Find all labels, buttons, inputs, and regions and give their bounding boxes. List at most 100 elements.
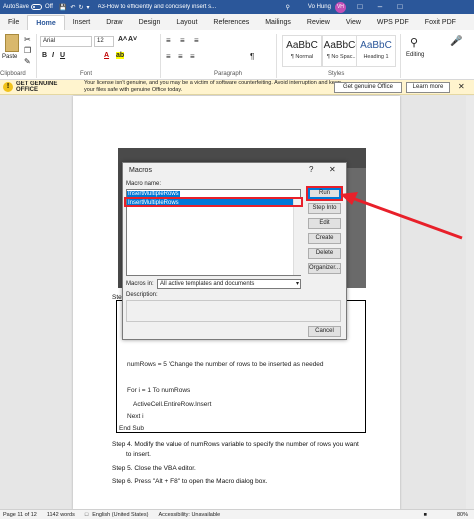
copy-icon[interactable]: ❐ [24, 46, 31, 55]
user-name: Vo Hung [307, 4, 331, 10]
customize-qat-icon[interactable]: ▾ [86, 4, 89, 11]
style-heading-1[interactable]: AaBbC Heading 1 [356, 35, 396, 67]
chevron-down-icon[interactable]: ▾ [296, 280, 299, 288]
tab-view[interactable]: View [338, 15, 369, 30]
tab-draw[interactable]: Draw [98, 15, 130, 30]
tab-review[interactable]: Review [299, 15, 338, 30]
edit-button[interactable]: Edit [308, 218, 341, 229]
multilevel-list-icon[interactable]: ≡ [194, 36, 199, 45]
vertical-scrollbar[interactable] [466, 96, 474, 509]
style-normal[interactable]: AaBbC ¶ Normal [282, 35, 322, 67]
tab-insert[interactable]: Insert [65, 15, 99, 30]
zoom-level[interactable]: 80% [457, 512, 468, 518]
code-line: Next i [127, 413, 144, 420]
autosave-toggle[interactable] [31, 4, 43, 10]
minimize-icon[interactable]: – [370, 0, 390, 14]
style-name: Heading 1 [363, 54, 389, 60]
code-line: numRows = 5 'Change the number of rows t… [127, 361, 324, 368]
editing-button[interactable]: Editing [406, 52, 424, 58]
numbering-icon[interactable]: ≡ [180, 36, 185, 45]
redo-icon[interactable]: ↻ [78, 4, 83, 11]
microphone-icon[interactable]: 🎤 [450, 36, 462, 47]
align-center-icon[interactable]: ≡ [178, 52, 183, 61]
format-painter-icon[interactable]: ✎ [24, 57, 31, 66]
font-size-box[interactable]: 12 [94, 36, 114, 47]
step5-line: Step 5. Close the VBA editor. [112, 465, 196, 472]
tab-home[interactable]: Home [27, 15, 65, 30]
find-icon[interactable]: ⚲ [410, 36, 418, 49]
accessibility-status[interactable]: Accessibility: Unavailable [158, 512, 220, 518]
tab-layout[interactable]: Layout [168, 15, 205, 30]
paste-icon[interactable] [5, 34, 19, 52]
tab-design[interactable]: Design [131, 15, 169, 30]
proofing-icon[interactable]: □ [85, 512, 88, 518]
macros-in-select[interactable]: All active templates and documents ▾ [157, 279, 301, 289]
ribbon: Paste ✂ ❐ ✎ Clipboard Arial 12 A˄ A˅ B I… [0, 30, 474, 80]
code-line: End Sub [119, 425, 144, 432]
create-button[interactable]: Create [308, 233, 341, 244]
bullets-icon[interactable]: ≡ [166, 36, 171, 45]
license-warning-bar: ! GET GENUINE OFFICE Your license isn't … [0, 80, 474, 95]
macro-name-label: Macro name: [126, 181, 162, 187]
divider [276, 34, 277, 78]
avatar[interactable]: VH [334, 1, 346, 13]
description-label: Description: [126, 292, 158, 298]
macros-in-value: All active templates and documents [160, 281, 255, 287]
paste-button[interactable]: Paste [2, 54, 17, 60]
ribbon-tabs: File Home Insert Draw Design Layout Refe… [0, 14, 474, 30]
close-icon[interactable]: ✕ [458, 82, 465, 91]
divider [160, 34, 161, 78]
cut-icon[interactable]: ✂ [24, 35, 31, 44]
page-count[interactable]: Page 11 of 12 [3, 512, 37, 518]
code-line: For i = 1 To numRows [127, 387, 191, 394]
ribbon-display-icon[interactable]: □ [350, 0, 370, 14]
macros-in-label: Macros in: [126, 281, 154, 287]
italic-icon[interactable]: I [52, 52, 54, 59]
license-heading: GET GENUINE OFFICE [16, 81, 58, 93]
delete-button[interactable]: Delete [308, 248, 341, 259]
tab-mailings[interactable]: Mailings [257, 15, 299, 30]
get-genuine-office-button[interactable]: Get genuine Office [334, 82, 402, 93]
code-line: ActiveCell.EntireRow.Insert [133, 401, 212, 408]
annotation-highlight-box [124, 197, 303, 207]
focus-icon[interactable]: ■ [424, 512, 427, 518]
tab-wps-pdf[interactable]: WPS PDF [369, 15, 417, 30]
close-icon[interactable]: ✕ [329, 165, 336, 174]
autosave-state: Off [45, 4, 53, 10]
word-count[interactable]: 1142 words [47, 512, 75, 518]
paragraph-mark-icon[interactable]: ¶ [250, 52, 254, 61]
macros-dialog: Macros ? ✕ Macro name: InsertMultipleRow… [122, 162, 347, 340]
align-left-icon[interactable]: ≡ [166, 52, 171, 61]
tab-file[interactable]: File [0, 15, 27, 30]
document-title: A3-How to efficiently and concisely inse… [97, 4, 217, 10]
search-icon[interactable]: ⚲ [286, 4, 290, 11]
dialog-title: Macros [129, 167, 152, 174]
divider [36, 34, 37, 78]
clipboard-group-label: Clipboard [0, 71, 26, 77]
help-icon[interactable]: ? [309, 165, 313, 174]
style-preview: AaBbC [286, 40, 318, 51]
font-color-icon[interactable]: A [104, 52, 109, 59]
macro-list[interactable]: InsertMultipleRows [126, 198, 301, 276]
font-name-box[interactable]: Arial [40, 36, 92, 47]
autosave-label: AutoSave [3, 4, 30, 10]
highlight-icon[interactable]: ab [116, 52, 125, 59]
organizer-button[interactable]: Organizer... [308, 263, 341, 274]
tab-references[interactable]: References [205, 15, 257, 30]
language[interactable]: English (United States) [92, 512, 148, 518]
align-right-icon[interactable]: ≡ [190, 52, 195, 61]
step4-line2: to insert. [126, 451, 151, 458]
shrink-font-icon[interactable]: A˅ [128, 36, 137, 43]
bold-icon[interactable]: B [42, 52, 47, 59]
cancel-button[interactable]: Cancel [308, 326, 341, 337]
maximize-icon[interactable]: □ [390, 0, 410, 14]
step-into-button[interactable]: Step Into [308, 203, 341, 214]
save-icon[interactable]: 💾 [59, 4, 66, 11]
undo-icon[interactable]: ↶ [70, 4, 75, 11]
learn-more-button[interactable]: Learn more [406, 82, 450, 93]
underline-icon[interactable]: U [60, 52, 65, 59]
grow-font-icon[interactable]: A˄ [118, 36, 127, 43]
warning-icon: ! [3, 82, 13, 92]
tab-foxit-pdf[interactable]: Foxit PDF [417, 15, 464, 30]
list-scrollbar[interactable] [293, 199, 301, 275]
